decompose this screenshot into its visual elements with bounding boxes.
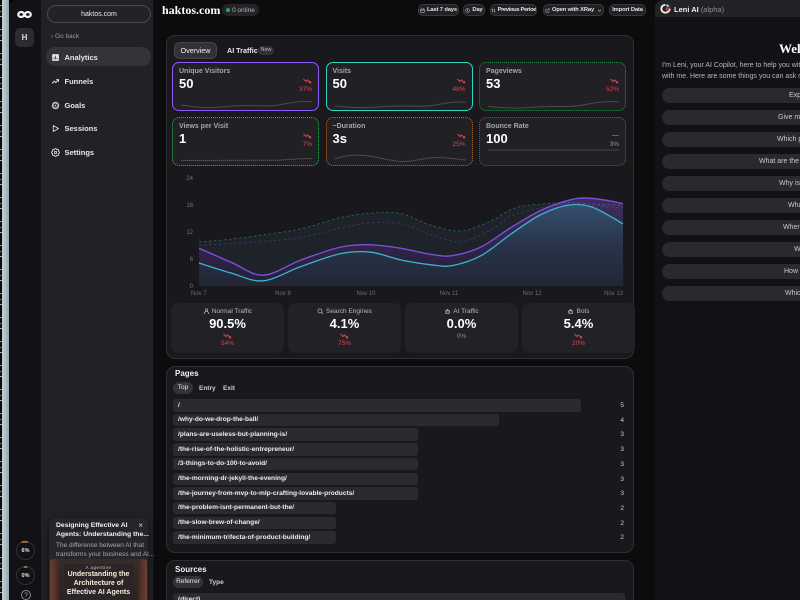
svg-text:Nov 11: Nov 11 (440, 291, 459, 297)
svg-text:18: 18 (186, 203, 193, 209)
svg-text:0: 0 (190, 284, 194, 290)
svg-text:Nov 13: Nov 13 (604, 291, 624, 297)
svg-text:Nov 8: Nov 8 (275, 291, 291, 297)
svg-text:24: 24 (186, 176, 193, 182)
svg-text:Nov 10: Nov 10 (356, 291, 376, 297)
svg-text:12: 12 (186, 230, 193, 236)
svg-text:Nov 7: Nov 7 (191, 291, 207, 297)
svg-text:6: 6 (190, 257, 194, 263)
svg-text:Nov 12: Nov 12 (522, 291, 542, 297)
